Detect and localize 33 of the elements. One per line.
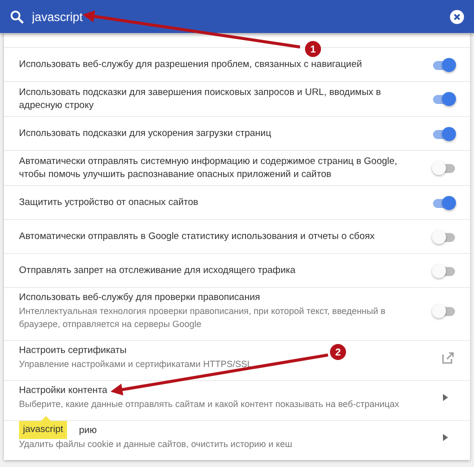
search-field[interactable]: javascript <box>32 8 442 26</box>
toggle-switch[interactable] <box>432 264 456 278</box>
toggle-switch[interactable] <box>432 196 456 210</box>
setting-title: рию <box>79 424 97 437</box>
setting-title: Настроить сертификаты <box>19 344 127 357</box>
search-icon <box>10 10 24 24</box>
search-bar[interactable]: javascript <box>0 0 474 33</box>
setting-title: Использовать подсказки для ускорения загрузки страниц <box>19 127 272 140</box>
chevron-right-icon[interactable] <box>443 394 448 401</box>
clear-icon[interactable] <box>450 10 464 24</box>
setting-title: Использовать веб-службу для разрешения проблем, связанных с навигацией <box>19 58 362 71</box>
setting-title: Автоматически отправлять системную информацию и содержимое страниц в Google, чтобы помочь улучшить распознавание опасных приложений и сайтов <box>19 155 398 181</box>
setting-title: Отправлять запрет на отслеживание для исходящего трафика <box>19 264 296 277</box>
setting-title: Автоматически отправлять в Google статистику использования и отчеты о сбоях <box>19 230 375 243</box>
annotation-badge: 2 <box>330 344 346 360</box>
setting-description: Удалить файлы cookie и данные сайтов, очистить историю и кеш <box>19 438 292 451</box>
setting-title: Защитить устройство от опасных сайтов <box>19 196 198 209</box>
toggle-switch[interactable] <box>432 161 456 175</box>
setting-description: Интеллектуальная технология проверки правописания, при которой текст, введенный в браузере, отправляется на серверы Google <box>19 305 386 331</box>
setting-title: Использовать подсказки для завершения поисковых запросов и URL, вводимых в адресную строку <box>19 86 382 112</box>
setting-title: Использовать веб-службу для проверки правописания <box>19 291 260 304</box>
setting-title: Настройки контента <box>19 384 108 397</box>
toggle-switch[interactable] <box>432 92 456 106</box>
toggle-switch[interactable] <box>432 230 456 244</box>
toggle-switch[interactable] <box>432 126 456 140</box>
chevron-right-icon[interactable] <box>443 434 448 441</box>
toggle-switch[interactable] <box>432 304 456 318</box>
setting-description: Выберите, какие данные отправлять сайтам и какой контент показывать на веб-страницах <box>19 398 400 411</box>
annotation-badge: 1 <box>305 41 321 57</box>
external-link-icon[interactable] <box>442 352 454 364</box>
tooltip: javascript <box>19 416 68 439</box>
setting-description: Управление настройками и сертификатами HTTPS/SSL <box>19 358 252 371</box>
toggle-switch[interactable] <box>432 58 456 72</box>
